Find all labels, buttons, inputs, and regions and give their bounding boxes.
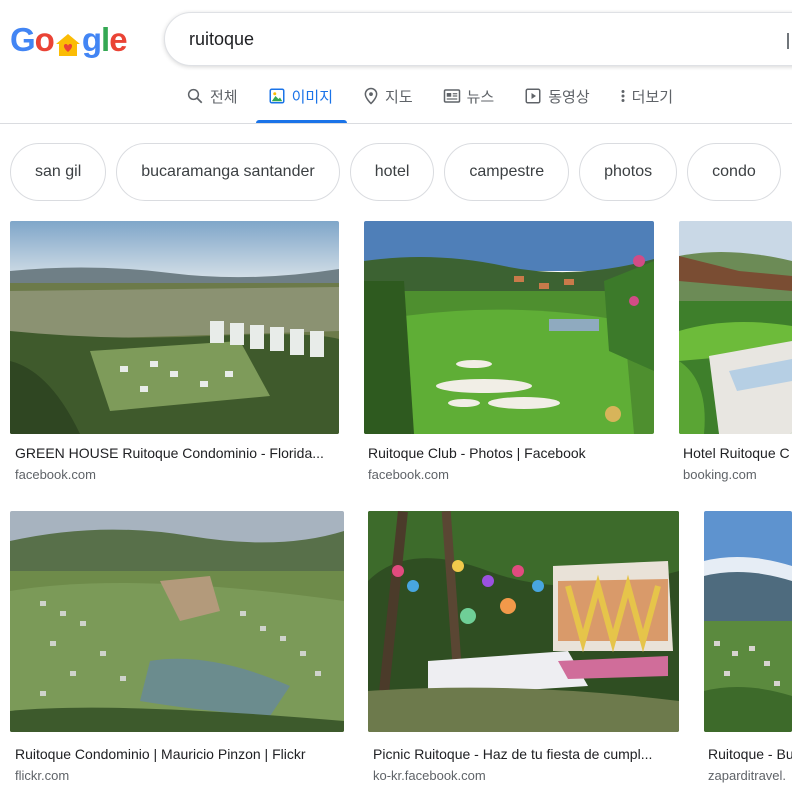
related-search-chips: san gil bucaramanga santander hotel camp… bbox=[10, 143, 781, 201]
result-source: ko-kr.facebook.com bbox=[373, 768, 486, 783]
tab-label: 뉴스 bbox=[466, 88, 495, 106]
result-image[interactable] bbox=[10, 221, 339, 434]
news-icon bbox=[443, 89, 460, 103]
more-vertical-icon bbox=[621, 90, 625, 102]
chip-condo[interactable]: condo bbox=[687, 143, 781, 201]
tab-label: 이미지 bbox=[291, 88, 334, 106]
result-image[interactable] bbox=[368, 511, 679, 732]
tab-label: 지도 bbox=[385, 88, 413, 106]
chip-campestre[interactable]: campestre bbox=[444, 143, 570, 201]
logo-letter: g bbox=[81, 21, 102, 58]
result-image[interactable] bbox=[679, 221, 792, 434]
search-divider bbox=[787, 33, 789, 49]
result-source: booking.com bbox=[683, 467, 757, 482]
tab-all[interactable]: 전체 bbox=[186, 80, 238, 110]
chip-hotel[interactable]: hotel bbox=[349, 143, 435, 201]
tab-more[interactable]: 더보기 bbox=[620, 80, 673, 110]
tab-maps[interactable]: 지도 bbox=[363, 80, 413, 110]
tab-label: 전체 bbox=[210, 88, 238, 106]
tab-label: 동영상 bbox=[548, 88, 590, 106]
header-divider bbox=[0, 123, 792, 124]
logo-letter: o bbox=[34, 21, 55, 58]
tab-news[interactable]: 뉴스 bbox=[443, 80, 495, 110]
search-box[interactable] bbox=[164, 12, 792, 66]
logo-letter: l bbox=[101, 21, 110, 58]
search-input[interactable] bbox=[189, 28, 749, 50]
tab-images[interactable]: 이미지 bbox=[255, 80, 348, 123]
result-image[interactable] bbox=[704, 511, 792, 732]
result-source: facebook.com bbox=[15, 467, 96, 482]
search-icon bbox=[187, 88, 203, 104]
result-title[interactable]: Hotel Ruitoque C bbox=[683, 445, 792, 461]
result-title[interactable]: Ruitoque - Bu bbox=[708, 746, 792, 762]
result-title[interactable]: Ruitoque Club - Photos | Facebook bbox=[368, 445, 654, 461]
result-image[interactable] bbox=[10, 511, 344, 732]
tab-videos[interactable]: 동영상 bbox=[524, 80, 590, 110]
tab-label: 더보기 bbox=[631, 88, 674, 106]
map-pin-icon bbox=[364, 87, 378, 105]
result-title[interactable]: Ruitoque Condominio | Mauricio Pinzon | … bbox=[15, 746, 344, 762]
result-source: facebook.com bbox=[368, 467, 449, 482]
logo-letter: G bbox=[10, 21, 36, 58]
doodle-house-icon bbox=[55, 28, 81, 56]
logo-letter: e bbox=[109, 21, 127, 58]
chip-photos[interactable]: photos bbox=[579, 143, 678, 201]
chip-san-gil[interactable]: san gil bbox=[10, 143, 107, 201]
chip-bucaramanga-santander[interactable]: bucaramanga santander bbox=[116, 143, 340, 201]
result-image[interactable] bbox=[364, 221, 654, 434]
google-logo[interactable]: G o g l e bbox=[10, 18, 128, 62]
result-title[interactable]: GREEN HOUSE Ruitoque Condominio - Florid… bbox=[15, 445, 337, 461]
search-tabs: 전체 이미지 지도 뉴스 동영상 더보기 bbox=[186, 80, 703, 124]
result-source: flickr.com bbox=[15, 768, 70, 783]
result-title[interactable]: Picnic Ruitoque - Haz de tu fiesta de cu… bbox=[373, 746, 679, 762]
result-source: zaparditravel. bbox=[708, 768, 787, 783]
image-icon bbox=[269, 88, 285, 104]
video-icon bbox=[525, 88, 541, 104]
